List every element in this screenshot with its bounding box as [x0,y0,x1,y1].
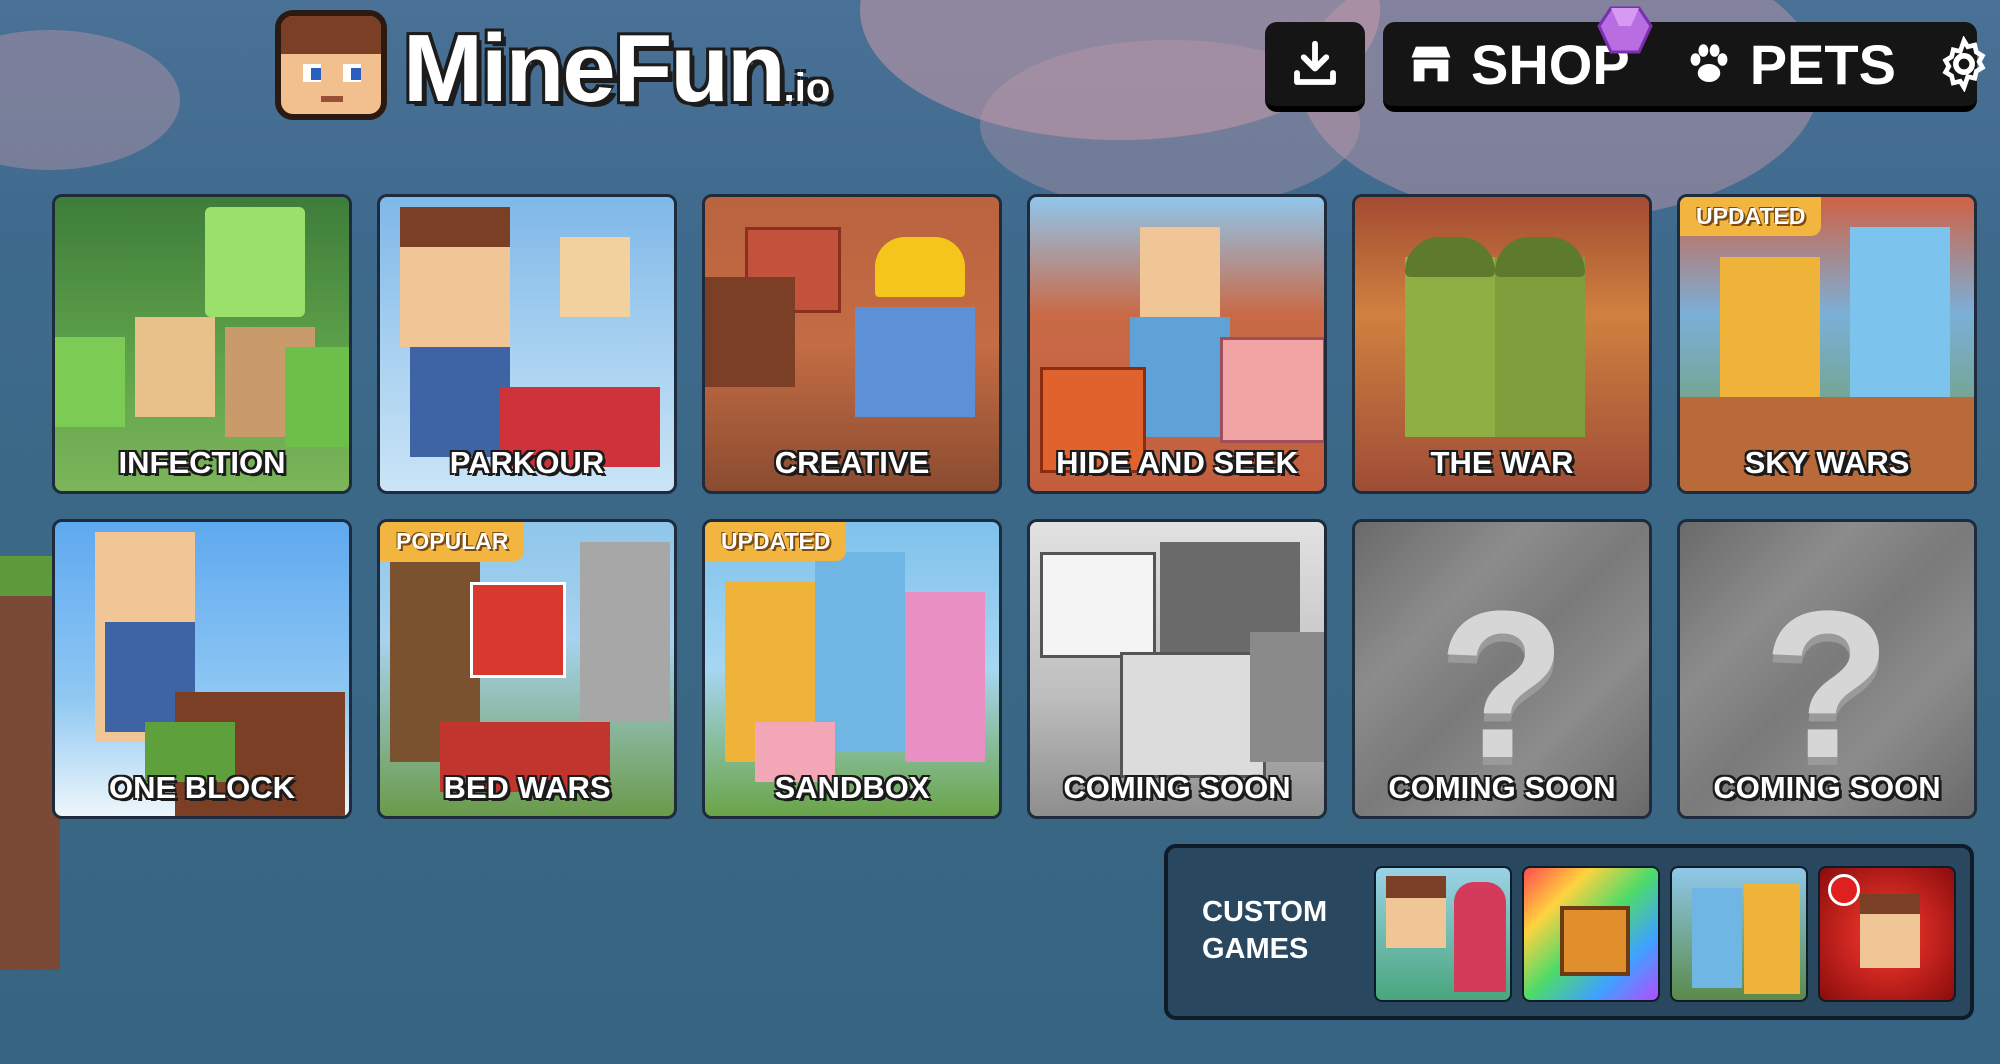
logo-suffix: .io [783,66,831,110]
background-cloud [0,30,180,170]
custom-games-title: CUSTOM GAMES [1202,896,1328,965]
custom-game-thumb-4[interactable] [1818,866,1956,1002]
game-tile-coming-soon-3[interactable]: ? COMING SOON [1677,519,1977,819]
game-label: SKY WARS [1744,445,1910,480]
game-label: ONE BLOCK [109,770,295,805]
store-icon [1411,46,1451,82]
pets-button[interactable]: PETS [1652,22,1918,106]
custom-game-thumb-2[interactable] [1522,866,1660,1002]
game-tile-sandbox[interactable]: UPDATED SANDBOX [702,519,1002,819]
settings-button[interactable] [1918,22,2000,106]
game-label: BED WARS [443,770,611,805]
download-button[interactable] [1265,22,1365,112]
gear-icon [1942,36,1986,92]
game-tile-sky-wars[interactable]: UPDATED SKY WARS [1677,194,1977,494]
game-tile-coming-soon-1[interactable]: COMING SOON [1027,519,1327,819]
game-tile-infection[interactable]: INFECTION [52,194,352,494]
game-label: COMING SOON [1388,770,1616,805]
custom-game-thumb-1[interactable] [1374,866,1512,1002]
game-tile-parkour[interactable]: PARKOUR [377,194,677,494]
custom-games-panel[interactable]: CUSTOM GAMES [1164,844,1974,1020]
game-tile-the-war[interactable]: THE WAR [1352,194,1652,494]
game-tile-creative[interactable]: CREATIVE [702,194,1002,494]
gem-icon [1597,6,1653,54]
paw-icon [1690,44,1728,82]
popular-badge: POPULAR [380,522,525,561]
game-label: INFECTION [118,445,286,480]
updated-badge: UPDATED [1680,197,1822,236]
game-label: COMING SOON [1063,770,1291,805]
game-label: COMING SOON [1713,770,1941,805]
game-tile-hide-and-seek[interactable]: HIDE AND SEEK [1027,194,1327,494]
logo-avatar [275,10,387,120]
custom-game-thumb-3[interactable] [1670,866,1808,1002]
top-navigation-bar: SHOP PETS [1383,22,1986,112]
background-island [0,560,60,970]
updated-badge: UPDATED [705,522,847,561]
pets-label: PETS [1749,32,1896,96]
logo-text: MineFun.io [403,15,831,122]
minefun-logo[interactable]: MineFun.io [275,10,915,122]
game-label: SANDBOX [774,770,930,805]
background-grass [0,556,60,596]
game-tile-bed-wars[interactable]: POPULAR BED WARS [377,519,677,819]
game-tile-coming-soon-2[interactable]: ? COMING SOON [1352,519,1652,819]
game-label: HIDE AND SEEK [1056,445,1298,480]
game-label: CREATIVE [774,445,930,480]
game-tile-one-block[interactable]: ONE BLOCK [52,519,352,819]
download-icon [1294,40,1336,85]
game-label: PARKOUR [449,445,605,480]
game-label: THE WAR [1430,445,1574,480]
